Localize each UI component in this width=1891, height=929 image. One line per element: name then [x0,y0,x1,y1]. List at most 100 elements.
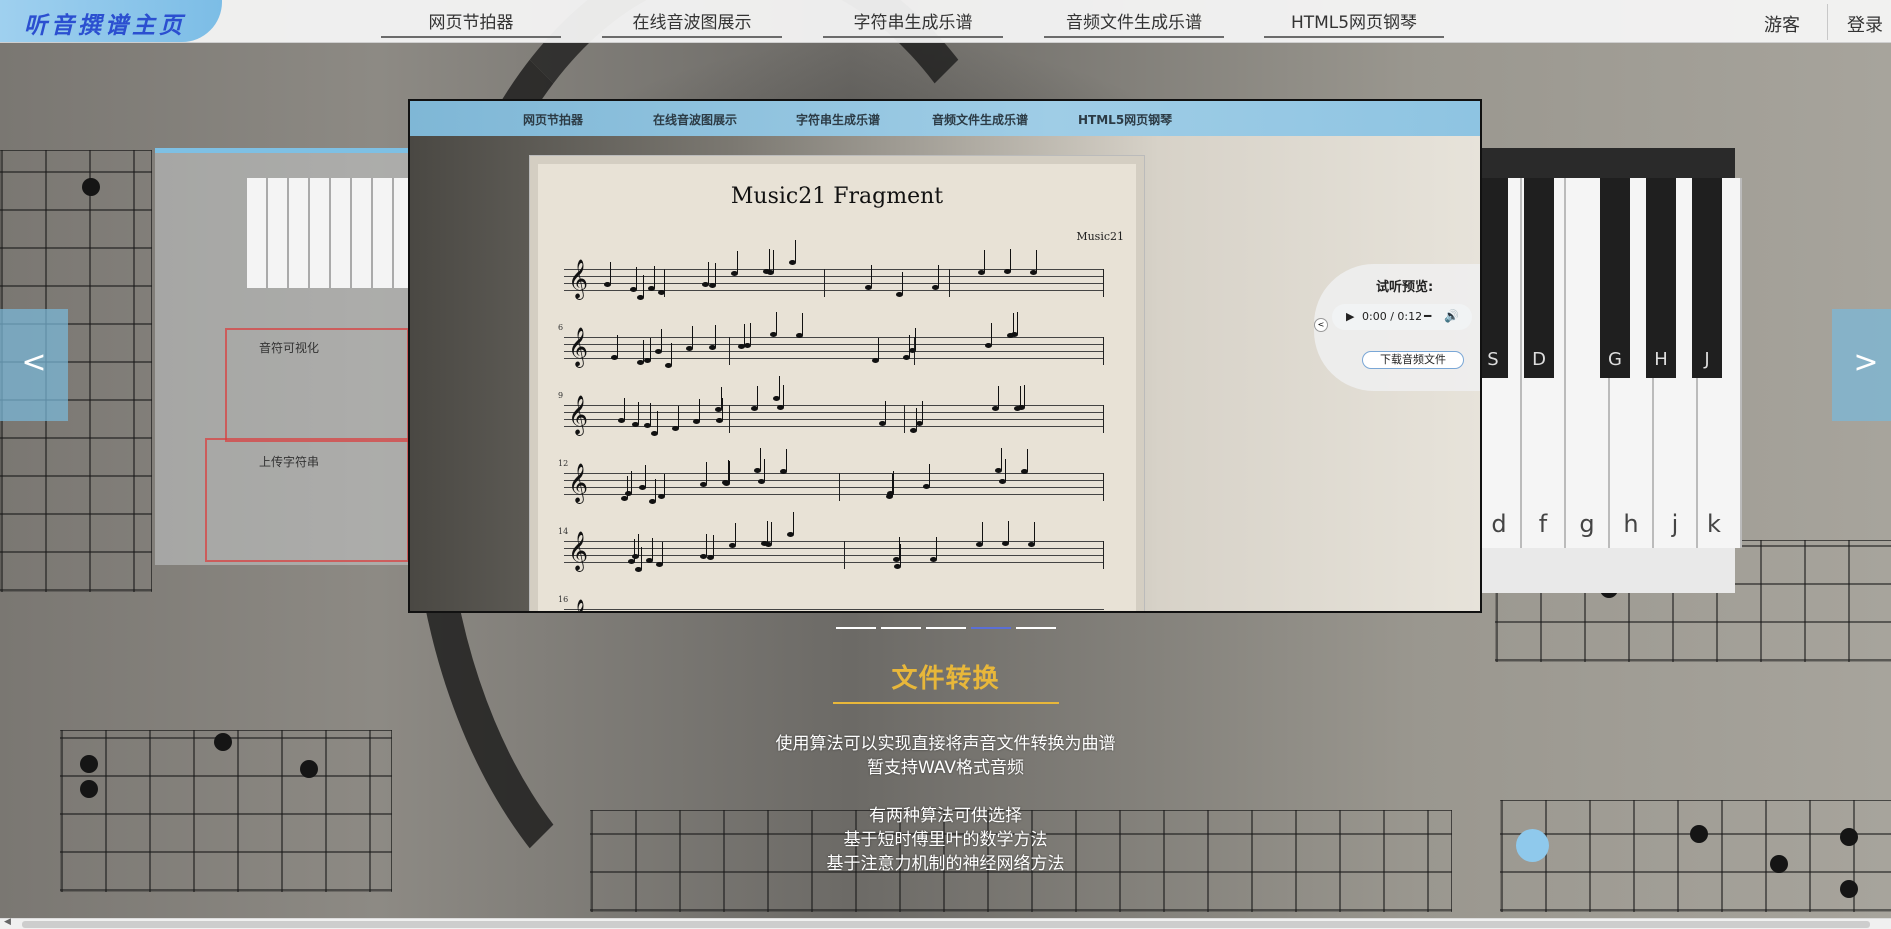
barline [1103,541,1104,569]
note-stem [893,471,894,493]
note-stem [636,267,637,289]
guest-user-link[interactable]: 游客 [1764,11,1800,37]
note-stem [650,338,651,360]
treble-clef-icon: 𝄞 [568,463,589,503]
note-stem [652,538,653,560]
caption-line: 暂支持WAV格式音频 [866,758,1025,778]
caption-line: 有两种算法可供选择 [869,806,1022,826]
progress-icon[interactable]: ━ [1424,309,1431,323]
note-stem [871,265,872,287]
note-stem [793,512,794,534]
volume-icon[interactable]: 🔊 [1444,309,1459,323]
note-stem [610,262,611,284]
carousel-indicator[interactable] [1016,627,1056,629]
note-stem [662,542,663,564]
logo-text[interactable]: 听音撰谱主页 [24,6,186,40]
carousel-prev-button[interactable]: < [0,309,68,421]
nav-waveform[interactable]: 在线音波图展示 [602,8,782,38]
floating-action-button[interactable] [1516,829,1549,862]
chord-dot [1840,880,1858,898]
note-stem [998,386,999,408]
note-stem [638,402,639,424]
nav-string-to-score[interactable]: 字符串生成乐谱 [823,8,1003,38]
barline [1103,337,1104,365]
note-stem [706,534,707,556]
treble-clef-icon: 𝄞 [568,259,589,299]
note-stem [708,262,709,284]
carousel-indicator-active[interactable] [971,627,1011,629]
carousel-next-button[interactable]: > [1832,309,1891,421]
stave: 𝄞 16 [558,595,1104,611]
note-stem [638,534,639,556]
treble-clef-icon: 𝄞 [568,599,588,611]
caption-line: 基于注意力机制的神经网络方法 [826,854,1065,874]
note-stem [737,251,738,273]
carousel-indicator[interactable] [881,627,921,629]
right-preview-panel: S D G H J d f g h j k [1478,148,1742,593]
black-key: G [1600,178,1630,378]
barline [824,269,825,297]
key-letter: j [1671,510,1679,538]
barline [839,473,840,501]
site-logo[interactable]: 听音撰谱主页 [0,0,222,42]
panel-label: 上传字符串 [259,455,320,469]
download-audio-button[interactable]: 下载音频文件 [1362,351,1464,369]
note-stem [902,272,903,294]
login-link[interactable]: 登录 [1847,11,1883,37]
measure-number: 14 [558,527,569,536]
slide-nav-item: 音频文件生成乐谱 [932,113,1029,127]
note-stem [878,338,879,360]
carousel-indicator[interactable] [836,627,876,629]
note-stem [722,398,723,420]
barline [1103,473,1104,501]
play-icon[interactable]: ▶ [1346,310,1354,323]
note-stem [786,449,787,471]
note-stem [1001,448,1002,470]
note-stem [909,335,910,357]
barline [729,337,730,365]
key-letter: h [1623,510,1639,538]
note-stem [654,266,655,288]
caption-line: 使用算法可以实现直接将声音文件转换为曲谱 [775,734,1116,754]
stave: 𝄞 6 [558,312,1104,368]
note-stem [627,476,628,498]
key-label: H [1654,349,1668,370]
note-stem [699,399,700,421]
note-stem [1008,521,1009,543]
horizontal-scrollbar[interactable]: ◀ [0,917,1891,929]
audio-player[interactable]: ▶ 0:00 / 0:12 ━ 🔊 [1332,304,1472,330]
scroll-left-icon[interactable]: ◀ [4,917,11,927]
mini-piano [247,178,412,288]
note-stem [661,329,662,351]
scrollbar-thumb[interactable] [22,921,1870,928]
note-stem [938,265,939,287]
nav-metronome[interactable]: 网页节拍器 [381,8,561,38]
note-stem [1036,250,1037,272]
collapse-button[interactable]: < [1314,318,1328,332]
note-stem [692,326,693,348]
slide-navbar: 网页节拍器 在线音波图展示 字符串生成乐谱 音频文件生成乐谱 HTML5网页钢琴 [410,101,1480,136]
note-stem [713,535,714,557]
chord-dot [80,780,98,798]
barline [904,405,905,433]
caption-line: 基于短时傅里叶的数学方法 [843,830,1048,850]
note-stem [922,401,923,423]
carousel-indicator[interactable] [926,627,966,629]
nav-html5-piano[interactable]: HTML5网页钢琴 [1264,8,1444,38]
slide-nav-item: 在线音波图展示 [653,113,738,127]
note-stem [715,263,716,285]
nav-audio-to-score[interactable]: 音频文件生成乐谱 [1044,8,1224,38]
note-stem [706,462,707,484]
note-stem [773,250,774,272]
caption-underline [833,702,1059,704]
chord-dot [82,178,100,196]
note-stem [634,539,635,561]
note-stem [1034,522,1035,544]
note-stem [735,523,736,545]
barline [1103,269,1104,297]
key-label: G [1608,349,1622,370]
note-stem [631,471,632,493]
barline [729,405,730,433]
note-stem [915,328,916,350]
barline [844,541,845,569]
